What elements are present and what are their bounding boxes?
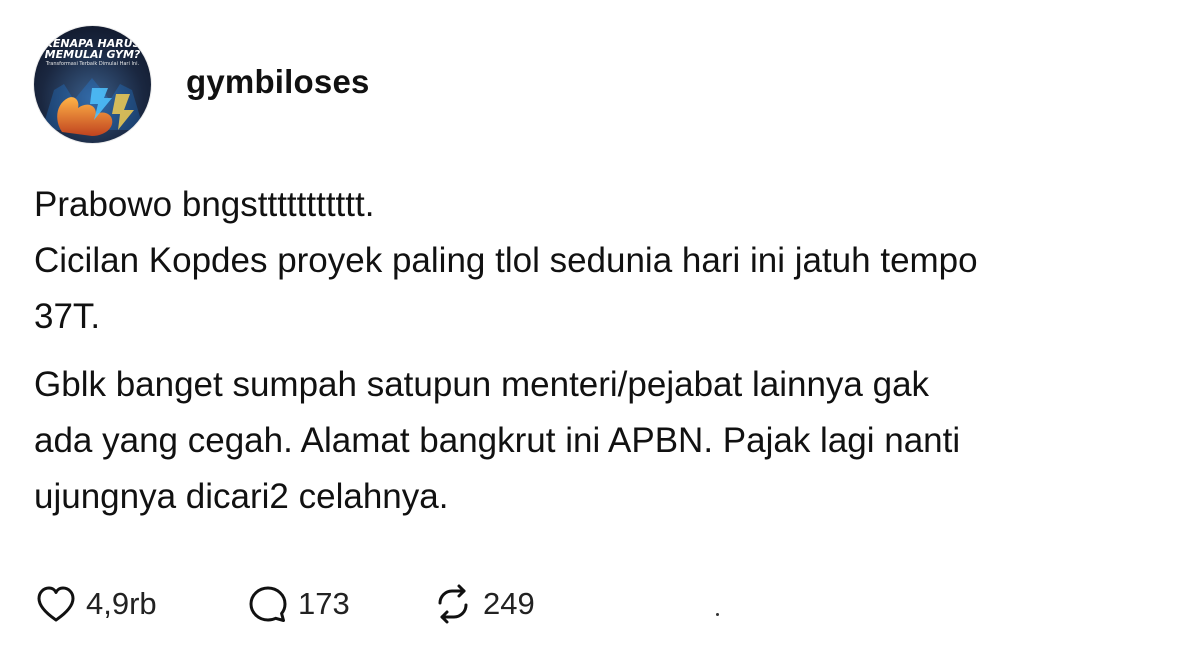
heart-icon	[37, 586, 75, 622]
avatar-caption: KENAPA HARUS MEMULAI GYM? Transformasi T…	[34, 38, 151, 68]
muscle-arm-icon	[42, 78, 144, 136]
post-line: Prabowo bngsttttttttttt.	[34, 185, 375, 224]
avatar-caption-line2: MEMULAI GYM?	[44, 48, 141, 61]
post-line: 37T.	[34, 297, 101, 336]
separator-dot	[716, 613, 719, 616]
username[interactable]: gymbiloses	[186, 63, 370, 101]
post-paragraph-2: Gblk banget sumpah satupun menteri/pejab…	[34, 357, 960, 525]
avatar[interactable]: KENAPA HARUS MEMULAI GYM? Transformasi T…	[34, 26, 151, 143]
like-count: 4,9rb	[86, 586, 157, 621]
post-line: Cicilan Kopdes proyek paling tlol seduni…	[34, 241, 978, 280]
repost-arrows-icon	[438, 584, 468, 624]
like-button[interactable]: 4,9rb	[34, 582, 157, 626]
post-paragraph-1: Prabowo bngsttttttttttt. Cicilan Kopdes …	[34, 177, 978, 345]
comment-bubble-icon	[249, 586, 287, 622]
post-line: ada yang cegah. Alamat bangkrut ini APBN…	[34, 421, 961, 460]
post-line: ujungnya dicari2 celahnya.	[34, 477, 449, 516]
repost-count: 249	[483, 586, 535, 621]
comment-count: 173	[298, 586, 350, 621]
comment-button[interactable]: 173	[246, 582, 350, 626]
repost-button[interactable]: 249	[431, 582, 535, 626]
avatar-caption-line3: Transformasi Terbaik Dimulai Hari Ini.	[45, 61, 140, 67]
post-actions: 4,9rb 173 249	[34, 582, 1134, 626]
post-line: Gblk banget sumpah satupun menteri/pejab…	[34, 365, 930, 404]
thread-post: KENAPA HARUS MEMULAI GYM? Transformasi T…	[0, 0, 1200, 669]
